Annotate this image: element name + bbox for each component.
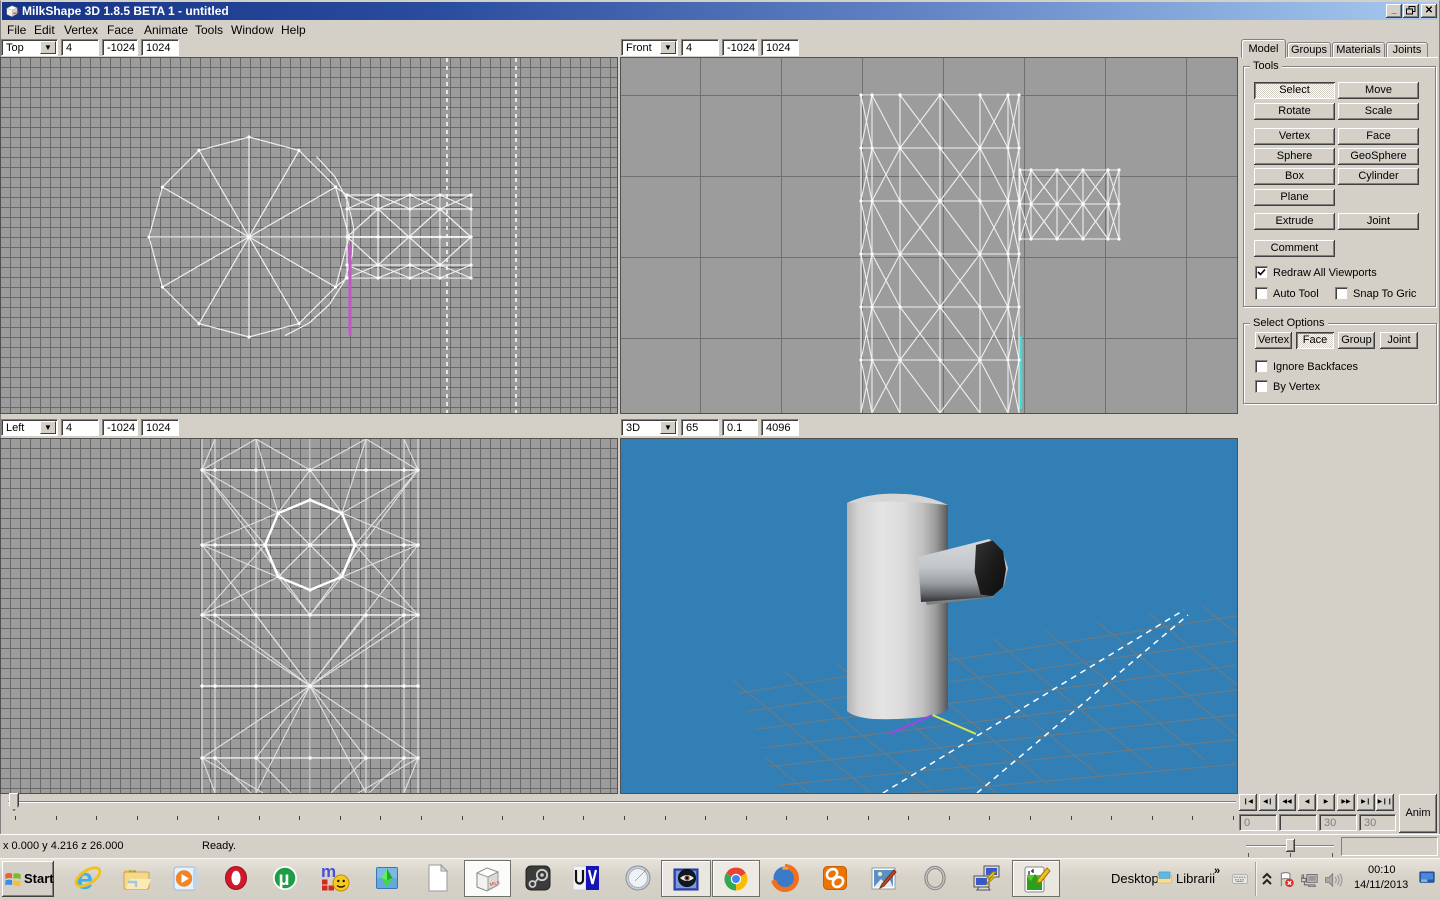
svg-text:m: m xyxy=(321,862,336,881)
svg-text:MILK: MILK xyxy=(489,880,500,887)
svg-text:µ: µ xyxy=(279,869,290,890)
